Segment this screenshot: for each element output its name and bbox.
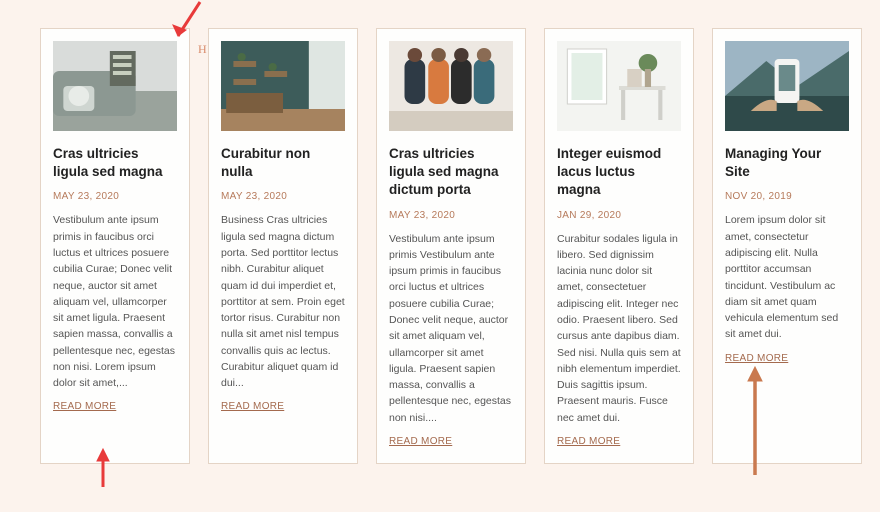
post-card: Cras ultricies ligula sed magna dictum p… [376,28,526,464]
post-thumbnail[interactable] [221,41,345,131]
post-title[interactable]: Curabitur non nulla [221,145,345,181]
post-excerpt: Vestibulum ante ipsum primis in faucibus… [53,212,177,391]
post-date: MAY 23, 2020 [53,191,177,202]
read-more-link[interactable]: READ MORE [53,401,116,412]
post-date: MAY 23, 2020 [389,210,513,221]
read-more-link[interactable]: READ MORE [557,436,620,447]
post-excerpt: Lorem ipsum dolor sit amet, consectetur … [725,212,849,342]
post-date: JAN 29, 2020 [557,210,681,221]
read-more-link[interactable]: READ MORE [221,401,284,412]
annotation-h-mark: H [198,42,207,57]
post-card: Integer euismod lacus luctus magna JAN 2… [544,28,694,464]
post-thumbnail[interactable] [389,41,513,131]
post-thumbnail[interactable] [557,41,681,131]
post-thumbnail[interactable] [725,41,849,131]
read-more-link[interactable]: READ MORE [389,436,452,447]
post-title[interactable]: Cras ultricies ligula sed magna dictum p… [389,145,513,200]
post-thumbnail[interactable] [53,41,177,131]
read-more-link[interactable]: READ MORE [725,353,788,364]
post-excerpt: Business Cras ultricies ligula sed magna… [221,212,345,391]
post-title[interactable]: Integer euismod lacus luctus magna [557,145,681,200]
post-title[interactable]: Cras ultricies ligula sed magna [53,145,177,181]
post-card: Managing Your Site NOV 20, 2019 Lorem ip… [712,28,862,464]
post-date: NOV 20, 2019 [725,191,849,202]
post-card: Curabitur non nulla MAY 23, 2020 Busines… [208,28,358,464]
post-excerpt: Vestibulum ante ipsum primis Vestibulum … [389,231,513,426]
card-grid: Cras ultricies ligula sed magna MAY 23, … [0,0,880,492]
post-excerpt: Curabitur sodales ligula in libero. Sed … [557,231,681,426]
post-title[interactable]: Managing Your Site [725,145,849,181]
post-card: Cras ultricies ligula sed magna MAY 23, … [40,28,190,464]
post-date: MAY 23, 2020 [221,191,345,202]
